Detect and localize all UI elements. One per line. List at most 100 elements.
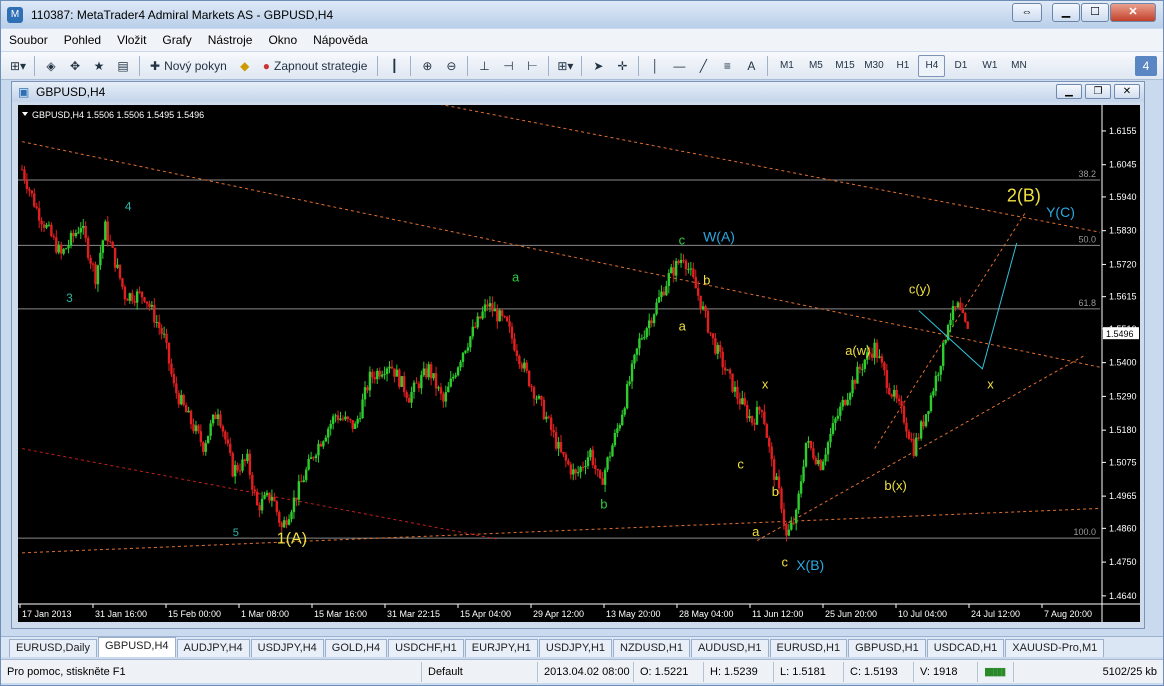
candle-body: [937, 374, 940, 376]
candle-body: [741, 398, 744, 405]
candle-body: [569, 464, 572, 475]
bar-chart-icon[interactable]: ┃: [383, 55, 405, 77]
new-chart-icon[interactable]: ⊞▾: [7, 55, 29, 77]
menu-item[interactable]: Nápověda: [305, 33, 376, 47]
vertical-line-icon[interactable]: │: [644, 55, 666, 77]
chart-shift-icon[interactable]: ⊥: [473, 55, 495, 77]
chart-tab[interactable]: GBPUSD,H1: [848, 639, 926, 657]
candle-body: [444, 392, 448, 402]
chart-tab[interactable]: NZDUSD,H1: [613, 639, 690, 657]
y-tick-label: 1.5075: [1109, 457, 1137, 467]
chart-tab[interactable]: USDCAD,H1: [926, 639, 1005, 657]
candle-body: [82, 226, 85, 229]
favorites-icon[interactable]: ★: [88, 55, 110, 77]
candle-body: [33, 193, 36, 207]
chart-tab[interactable]: AUDUSD,H1: [690, 639, 769, 657]
price-chart[interactable]: 38.2 50.0 61.8 100.0 4 3 5 1(A) a b c W(A) b a x c b a c X(…: [18, 105, 1140, 622]
indicators-icon[interactable]: ⊞▾: [554, 55, 576, 77]
expert-advisors-button[interactable]: ● Zapnout strategie: [258, 55, 373, 77]
maximize-button[interactable]: ☐: [1081, 3, 1109, 22]
chart-tab[interactable]: EURUSD,Daily: [9, 639, 97, 657]
candle-body: [726, 369, 729, 371]
timeframe-button[interactable]: W1: [976, 55, 1003, 77]
candle-body: [37, 208, 41, 221]
candle-body: [253, 489, 256, 492]
chart-tab[interactable]: XAUUSD-Pro,M1: [1005, 639, 1105, 657]
status-traffic: 5102/25 kb: [1013, 661, 1163, 682]
horizontal-line-icon[interactable]: —: [668, 55, 690, 77]
new-order-button[interactable]: ✚ Nový pokyn: [145, 55, 232, 77]
timeframe-button[interactable]: M1: [773, 55, 800, 77]
wave-label: c: [679, 232, 686, 247]
zoom-out-icon[interactable]: ⊖: [440, 55, 462, 77]
chart-title-bar[interactable]: ▣ GBPUSD,H4 ▁ ❐ ✕: [12, 82, 1144, 102]
candle-body: [339, 418, 342, 421]
market-watch-icon[interactable]: ◈: [40, 55, 62, 77]
window-badge[interactable]: 4: [1135, 55, 1157, 76]
candle-body: [721, 351, 724, 368]
menu-bar: Soubor Pohled Vložit Grafy Nástroje Okno Nápov…: [1, 29, 1163, 51]
title-bar[interactable]: M 110387: MetaTrader4 Admiral Markets AS…: [1, 1, 1163, 28]
candle-body: [89, 257, 92, 264]
channel-icon[interactable]: ≡: [716, 55, 738, 77]
chart-svg[interactable]: 38.2 50.0 61.8 100.0 4 3 5 1(A) a b c W(A) b a x c b a c X(…: [18, 105, 1140, 622]
timeframe-button[interactable]: H4: [918, 54, 946, 77]
candle-body: [64, 248, 68, 250]
chart-tab[interactable]: GBPUSD,H4: [97, 637, 176, 657]
text-tool[interactable]: A: [740, 55, 762, 77]
timeframe-button[interactable]: MN: [1005, 55, 1032, 77]
chart-tab[interactable]: EURJPY,H1: [464, 639, 538, 657]
period-separators-icon[interactable]: ⊢: [521, 55, 543, 77]
chart-minimize-button[interactable]: ▁: [1056, 84, 1082, 99]
candle-body: [422, 368, 425, 376]
status-bar: Pro pomoc, stiskněte F1 Default 2013.04.…: [1, 659, 1163, 683]
chart-close-button[interactable]: ✕: [1114, 84, 1140, 99]
candle-body: [116, 264, 119, 268]
timeframe-button[interactable]: M30: [860, 55, 887, 77]
chart-tab[interactable]: EURUSD,H1: [769, 639, 848, 657]
autoscroll-icon[interactable]: ⊣: [497, 55, 519, 77]
candle-body: [765, 424, 768, 438]
timeframe-button[interactable]: D1: [947, 55, 974, 77]
restore-size-icon[interactable]: ⇔: [1012, 3, 1042, 22]
chart-tab[interactable]: USDCHF,H1: [388, 639, 464, 657]
candle-body: [581, 466, 585, 468]
metaeditor-icon[interactable]: ◆: [234, 55, 256, 77]
minimize-button[interactable]: ▁: [1052, 3, 1080, 22]
candle-body: [508, 321, 511, 327]
candle-body: [912, 439, 915, 456]
x-tick-label: 15 Mar 16:00: [314, 609, 367, 619]
y-tick-label: 1.5180: [1109, 425, 1137, 435]
trendline-icon[interactable]: ╱: [692, 55, 714, 77]
menu-item[interactable]: Okno: [260, 33, 305, 47]
menu-item[interactable]: Pohled: [56, 33, 109, 47]
chart-tab[interactable]: GOLD,H4: [324, 639, 388, 657]
menu-item[interactable]: Vložit: [109, 33, 154, 47]
chart-tab[interactable]: USDJPY,H4: [250, 639, 324, 657]
menu-item[interactable]: Grafy: [154, 33, 199, 47]
y-tick-label: 1.5830: [1109, 226, 1137, 236]
close-button[interactable]: ✕: [1110, 3, 1156, 22]
candle-body: [219, 414, 222, 427]
timeframe-button[interactable]: H1: [889, 55, 916, 77]
candle-body: [170, 363, 173, 375]
chart-tab[interactable]: AUDJPY,H4: [176, 639, 250, 657]
menu-item[interactable]: Soubor: [1, 33, 56, 47]
menu-item[interactable]: Nástroje: [200, 33, 261, 47]
timeframe-button[interactable]: M15: [831, 55, 858, 77]
crosshair-icon[interactable]: ✛: [611, 55, 633, 77]
cursor-icon[interactable]: ➤: [587, 55, 609, 77]
candle-body: [488, 303, 492, 307]
trend-line: [21, 448, 498, 540]
chart-restore-button[interactable]: ❐: [1085, 84, 1111, 99]
zoom-in-icon[interactable]: ⊕: [416, 55, 438, 77]
timeframe-button[interactable]: M5: [802, 55, 829, 77]
navigator-icon[interactable]: ✥: [64, 55, 86, 77]
terminal-icon[interactable]: ▤: [112, 55, 134, 77]
candle-body: [723, 367, 727, 371]
candle-body: [550, 417, 553, 430]
chart-tab[interactable]: USDJPY,H1: [538, 639, 613, 657]
candle-body: [145, 301, 149, 304]
candle-body: [417, 383, 421, 389]
wave-label: 4: [125, 200, 132, 214]
